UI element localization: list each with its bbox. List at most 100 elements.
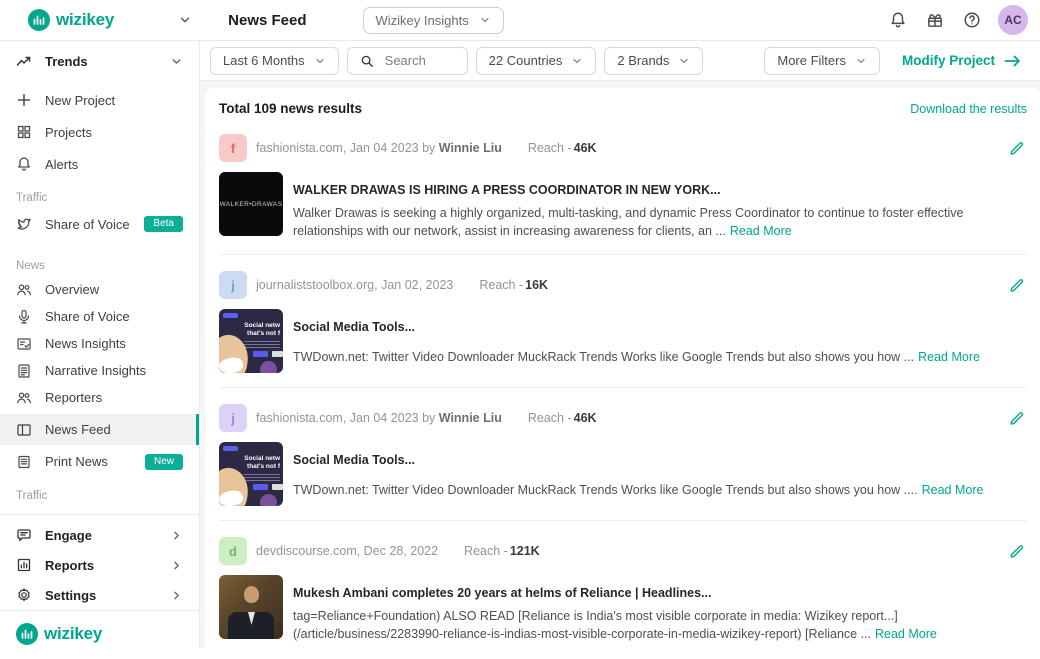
results-card: Total 109 news results Download the resu…	[205, 88, 1040, 648]
document-icon	[16, 363, 32, 379]
gift-icon	[926, 11, 944, 29]
news-item-body: Mukesh Ambani completes 20 years at helm…	[219, 575, 1027, 643]
main-content: Total 109 news results Download the resu…	[200, 81, 1040, 648]
help-button[interactable]	[961, 9, 983, 31]
wizikey-footer-logo[interactable]: wizikey	[16, 623, 183, 645]
mastodon-logo	[223, 446, 238, 451]
thumbnail-text: WALKER•DRAWAS	[220, 201, 283, 208]
header-actions: AC	[887, 5, 1028, 35]
sidebar-item-overview[interactable]: Overview	[0, 276, 199, 303]
article-thumbnail[interactable]: Social netwthat's not f	[219, 442, 283, 506]
gear-icon	[16, 587, 32, 603]
project-selector-dropdown[interactable]: Wizikey Insights	[363, 7, 504, 34]
chevron-down-icon	[678, 55, 690, 67]
pencil-icon	[1008, 140, 1025, 157]
trend-up-icon	[16, 53, 32, 69]
sidebar-item-alerts[interactable]: Alerts	[0, 148, 199, 180]
read-more-link[interactable]: Read More	[730, 224, 792, 238]
brands-dropdown[interactable]: 2 Brands	[604, 47, 703, 75]
reach-metric: Reach -121K	[464, 544, 540, 558]
article-title[interactable]: Mukesh Ambani completes 20 years at helm…	[293, 586, 1027, 600]
reach-metric: Reach -46K	[528, 411, 597, 425]
news-item: d devdiscourse.com, Dec 28, 2022 Reach -…	[219, 520, 1027, 648]
sidebar-item-settings[interactable]: Settings	[0, 580, 199, 610]
sidebar-item-label: Trends	[45, 54, 88, 69]
sidebar-item-news-feed[interactable]: News Feed	[0, 414, 199, 445]
date-range-label: Last 6 Months	[223, 53, 305, 68]
download-results-link[interactable]: Download the results	[910, 102, 1027, 116]
edit-article-button[interactable]	[1006, 275, 1027, 296]
read-more-link[interactable]: Read More	[918, 350, 980, 364]
sidebar-item-narrative-insights[interactable]: Narrative Insights	[0, 357, 199, 384]
edit-article-button[interactable]	[1006, 138, 1027, 159]
sidebar-item-engage[interactable]: Engage	[0, 520, 199, 550]
sidebar-item-trends[interactable]: Trends	[0, 46, 199, 76]
thumbnail-button	[272, 351, 283, 357]
sidebar-item-label: Reporters	[45, 390, 102, 405]
news-item-header: d devdiscourse.com, Dec 28, 2022 Reach -…	[219, 537, 1027, 565]
divider	[0, 514, 199, 515]
sidebar-item-reporters[interactable]: Reporters	[0, 384, 199, 411]
article-title[interactable]: Social Media Tools...	[293, 453, 1027, 467]
search-input[interactable]	[383, 52, 455, 69]
new-badge: New	[145, 454, 183, 470]
sidebar-item-news-insights[interactable]: News Insights	[0, 330, 199, 357]
modify-project-button[interactable]: Modify Project	[896, 52, 1027, 69]
search-field[interactable]	[347, 47, 468, 75]
date-range-dropdown[interactable]: Last 6 Months	[210, 47, 339, 75]
chevron-down-icon	[178, 13, 192, 27]
pencil-icon	[1008, 277, 1025, 294]
sidebar-item-print-news[interactable]: Print News New	[0, 447, 199, 476]
edit-article-button[interactable]	[1006, 541, 1027, 562]
project-selector-label: Wizikey Insights	[376, 13, 469, 28]
article-thumbnail[interactable]: WALKER•DRAWAS	[219, 172, 283, 236]
chevron-right-icon	[170, 559, 183, 572]
author-name: Winnie Liu	[439, 141, 502, 155]
thumbnail-text: Social netwthat's not f	[244, 455, 280, 471]
edit-article-button[interactable]	[1006, 408, 1027, 429]
results-total: Total 109 news results	[219, 101, 362, 116]
article-title[interactable]: WALKER DRAWAS IS HIRING A PRESS COORDINA…	[293, 183, 1027, 197]
report-icon	[16, 557, 32, 573]
countries-dropdown[interactable]: 22 Countries	[476, 47, 597, 75]
article-snippet: TWDown.net: Twitter Video Downloader Muc…	[293, 348, 1027, 366]
search-icon	[360, 54, 374, 68]
news-item-header: j fashionista.com, Jan 04 2023 by Winnie…	[219, 404, 1027, 432]
whats-new-button[interactable]	[924, 9, 946, 31]
article-snippet: Walker Drawas is seeking a highly organi…	[293, 204, 1027, 240]
sidebar-item-share-of-voice[interactable]: Share of Voice	[0, 303, 199, 330]
read-more-link[interactable]: Read More	[922, 483, 984, 497]
user-avatar[interactable]: AC	[998, 5, 1028, 35]
sidebar-item-share-of-voice-beta[interactable]: Share of Voice Beta	[0, 208, 199, 240]
sidebar-item-label: Share of Voice	[45, 217, 130, 232]
article-title[interactable]: Social Media Tools...	[293, 320, 1027, 334]
question-circle-icon	[963, 11, 981, 29]
sidebar-item-new-project[interactable]: New Project	[0, 84, 199, 116]
results-header: Total 109 news results Download the resu…	[219, 101, 1027, 116]
notifications-button[interactable]	[887, 9, 909, 31]
article-thumbnail[interactable]: Social netwthat's not f	[219, 309, 283, 373]
beta-badge: Beta	[144, 216, 183, 232]
mastodon-logo	[223, 313, 238, 318]
sidebar-item-projects[interactable]: Projects	[0, 116, 199, 148]
more-filters-dropdown[interactable]: More Filters	[764, 47, 880, 75]
article-text: WALKER DRAWAS IS HIRING A PRESS COORDINA…	[293, 172, 1027, 240]
source-meta: journaliststoolbox.org, Jan 02, 2023	[256, 278, 453, 292]
sidebar-section-traffic: Traffic	[0, 188, 199, 208]
read-more-link[interactable]: Read More	[875, 627, 937, 641]
users-icon	[16, 282, 32, 298]
news-item: j journaliststoolbox.org, Jan 02, 2023 R…	[219, 254, 1027, 387]
sidebar-item-label: Settings	[45, 588, 96, 603]
modify-project-label: Modify Project	[902, 53, 995, 68]
sidebar-item-reports[interactable]: Reports	[0, 550, 199, 580]
chevron-right-icon	[170, 529, 183, 542]
workspace-collapse-button[interactable]	[176, 11, 194, 29]
pencil-icon	[1008, 543, 1025, 560]
sidebar-item-label: New Project	[45, 93, 115, 108]
author-name: Winnie Liu	[439, 411, 502, 425]
bell-icon	[16, 156, 32, 172]
wizikey-logo[interactable]: wizikey	[28, 9, 114, 31]
sidebar-item-label: News Insights	[45, 336, 126, 351]
article-thumbnail[interactable]	[219, 575, 283, 639]
news-item-body: Social netwthat's not f Social Media Too…	[219, 309, 1027, 373]
